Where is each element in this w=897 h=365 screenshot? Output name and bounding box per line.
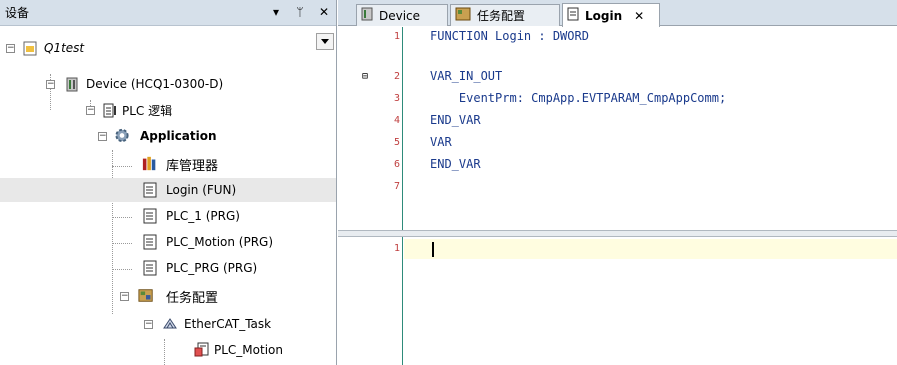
code-line: VAR <box>430 135 452 149</box>
code-line: END_VAR <box>430 113 481 127</box>
task-icon <box>162 316 178 332</box>
library-icon <box>142 155 158 171</box>
device-tree: − Q1test − Device (HCQ1-0300-D) − PLC 逻辑… <box>0 26 336 365</box>
line-number: 2 <box>393 71 400 82</box>
task-config-icon <box>455 7 471 24</box>
code-line: VAR_IN_OUT <box>430 69 503 83</box>
tab-label: 任务配置 <box>477 9 526 23</box>
line-number: 4 <box>393 115 400 126</box>
tab-label: Device <box>379 8 421 23</box>
pin-icon[interactable]: ᛘ <box>294 4 306 20</box>
tree-item-plc-1[interactable]: PLC_1 (PRG) <box>0 204 336 228</box>
pane-menu-icon[interactable]: ▾ <box>270 4 282 20</box>
tree-item-label: PLC_Motion (PRG) <box>166 235 274 249</box>
pou-icon <box>142 234 158 250</box>
devices-pane: 设备 ▾ ᛘ ✕ − Q1test − Device (HCQ1-0300-D)… <box>0 0 337 365</box>
task-config-icon <box>138 287 154 303</box>
collapse-toggle-icon[interactable]: − <box>6 44 15 53</box>
declaration-editor[interactable]: 1 FUNCTION Login : DWORD ⊟ 2 VAR_IN_OUT … <box>338 27 897 230</box>
collapse-toggle-icon[interactable]: − <box>120 292 129 301</box>
line-number: 7 <box>393 181 400 192</box>
line-number: 1 <box>393 243 400 254</box>
tree-item-label: 任务配置 <box>166 290 219 306</box>
tree-item-plc-logic[interactable]: − PLC 逻辑 <box>0 98 336 122</box>
pou-icon <box>142 182 158 198</box>
tab-task-configuration[interactable]: 任务配置 <box>450 4 560 26</box>
line-number: 3 <box>393 93 400 104</box>
code-line: EventPrm: CmpApp.EVTPARAM_CmpAppComm; <box>430 91 727 105</box>
collapse-toggle-icon[interactable]: − <box>144 320 153 329</box>
text-caret <box>432 242 434 257</box>
pou-icon <box>142 208 158 224</box>
editor-pane: Device 任务配置 Login ✕ 1 FUNCTION Login : D… <box>338 0 897 365</box>
tree-item-label: PLC_PRG (PRG) <box>166 261 258 275</box>
tree-item-label: EtherCAT_Task <box>184 317 272 331</box>
device-icon <box>361 7 373 24</box>
current-line-highlight <box>404 239 897 259</box>
plc-logic-icon <box>102 102 118 118</box>
tab-label: Login <box>585 8 623 23</box>
tree-item-application[interactable]: − Application <box>0 124 336 148</box>
line-number: 5 <box>393 137 400 148</box>
project-icon <box>22 40 38 56</box>
program-call-icon <box>194 342 210 358</box>
editor-tabbar: Device 任务配置 Login ✕ <box>338 0 897 27</box>
implementation-editor[interactable]: 1 <box>338 237 897 365</box>
collapse-toggle-icon[interactable]: − <box>98 132 107 141</box>
tree-item-label: PLC_Motion <box>214 343 283 357</box>
tree-item-project[interactable]: − Q1test <box>0 36 336 60</box>
tree-item-plc-motion[interactable]: PLC_Motion (PRG) <box>0 230 336 254</box>
tree-item-label: Device (HCQ1-0300-D) <box>86 77 224 91</box>
tree-item-device[interactable]: − Device (HCQ1-0300-D) <box>0 72 336 96</box>
pou-icon <box>142 260 158 276</box>
device-icon <box>64 76 80 92</box>
tree-item-login[interactable]: Login (FUN) <box>0 178 336 202</box>
tree-item-plc-prg[interactable]: PLC_PRG (PRG) <box>0 256 336 280</box>
editor-splitter[interactable] <box>338 230 897 237</box>
tree-item-label: Q1test <box>44 41 85 55</box>
collapse-toggle-icon[interactable]: − <box>86 106 95 115</box>
tree-item-plc-motion-call[interactable]: PLC_Motion <box>0 338 336 362</box>
close-tab-icon[interactable]: ✕ <box>634 9 644 23</box>
tree-item-label: Application <box>140 129 217 143</box>
devices-pane-header: 设备 ▾ ᛘ ✕ <box>0 0 336 26</box>
pou-icon <box>567 7 579 24</box>
collapse-toggle-icon[interactable]: − <box>46 80 55 89</box>
line-number: 1 <box>393 31 400 42</box>
tree-item-task-configuration[interactable]: − 任务配置 <box>0 284 336 308</box>
devices-pane-title: 设备 <box>5 6 30 20</box>
tree-item-label: Login (FUN) <box>166 183 237 197</box>
tree-item-ethercat-task[interactable]: − EtherCAT_Task <box>0 312 336 336</box>
code-line: FUNCTION Login : DWORD <box>430 29 589 43</box>
tab-device[interactable]: Device <box>356 4 448 26</box>
tree-item-label: PLC_1 (PRG) <box>166 209 240 223</box>
tree-item-library-manager[interactable]: 库管理器 <box>0 152 336 176</box>
line-number: 6 <box>393 159 400 170</box>
close-icon[interactable]: ✕ <box>318 4 330 20</box>
code-line: END_VAR <box>430 157 481 171</box>
tree-item-label: PLC 逻辑 <box>122 103 173 118</box>
tree-item-label: 库管理器 <box>166 158 219 174</box>
gear-icon <box>114 127 130 143</box>
tab-login[interactable]: Login ✕ <box>562 3 660 27</box>
